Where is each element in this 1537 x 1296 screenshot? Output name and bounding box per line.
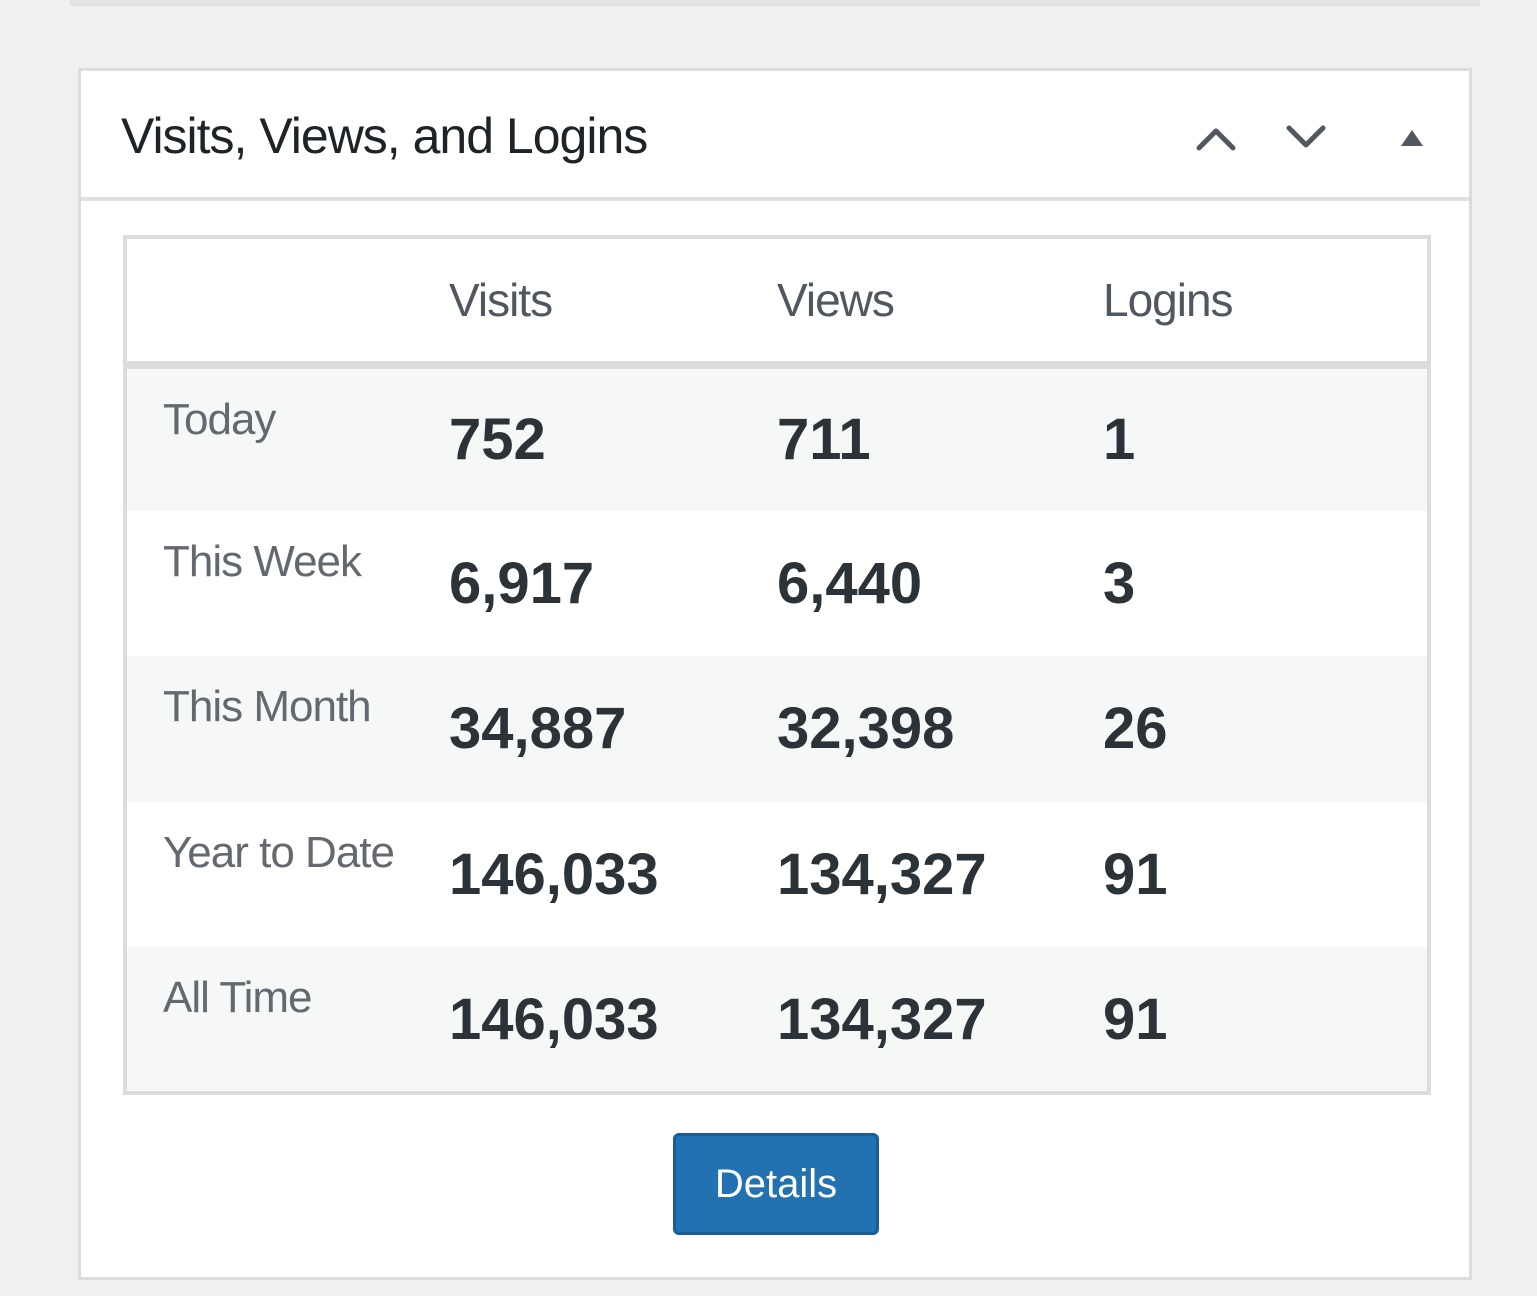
logins-value: 1 (1103, 407, 1136, 473)
triangle-up-icon (1401, 130, 1423, 146)
visits-value: 146,033 (449, 986, 659, 1052)
row-label: This Week (163, 536, 362, 586)
visits-value: 752 (449, 407, 546, 473)
row-label: This Month (163, 682, 372, 732)
chevron-up-icon (1196, 128, 1236, 151)
page-top-strip (70, 0, 1480, 6)
row-label: Year to Date (163, 827, 395, 877)
visits-views-logins-widget: Visits, Views, and Logins Visits Views L… (78, 68, 1472, 1280)
visits-value: 6,917 (449, 550, 595, 616)
widget-header: Visits, Views, and Logins (81, 71, 1469, 201)
move-up-button[interactable] (1181, 103, 1251, 173)
header-visits: Visits (449, 274, 553, 326)
move-down-button[interactable] (1271, 103, 1341, 173)
table-row: This Month 34,887 32,398 26 (125, 656, 1429, 802)
widget-title: Visits, Views, and Logins (121, 108, 648, 164)
logins-value: 26 (1103, 696, 1168, 762)
row-label: Today (163, 395, 276, 444)
views-value: 711 (777, 407, 871, 473)
stats-table: Visits Views Logins Today 752 711 1 This… (123, 235, 1431, 1095)
views-value: 134,327 (777, 842, 987, 908)
row-label: All Time (163, 973, 312, 1023)
logins-value: 91 (1103, 842, 1168, 908)
header-views: Views (777, 274, 895, 326)
header-logins: Logins (1103, 274, 1234, 326)
visits-value: 146,033 (449, 842, 659, 908)
table-row: Today 752 711 1 (125, 365, 1429, 511)
header-empty (125, 237, 449, 365)
table-header-row: Visits Views Logins (125, 237, 1429, 365)
views-value: 6,440 (777, 550, 923, 616)
table-row: All Time 146,033 134,327 91 (125, 947, 1429, 1093)
views-value: 32,398 (777, 696, 955, 762)
table-row: This Week 6,917 6,440 3 (125, 510, 1429, 657)
visits-value: 34,887 (449, 696, 627, 762)
logins-value: 91 (1103, 986, 1168, 1052)
details-button[interactable]: Details (673, 1133, 879, 1235)
views-value: 134,327 (777, 986, 987, 1052)
logins-value: 3 (1103, 550, 1136, 616)
toggle-panel-button[interactable] (1377, 103, 1447, 173)
table-row: Year to Date 146,033 134,327 91 (125, 801, 1429, 948)
chevron-down-icon (1286, 125, 1326, 148)
